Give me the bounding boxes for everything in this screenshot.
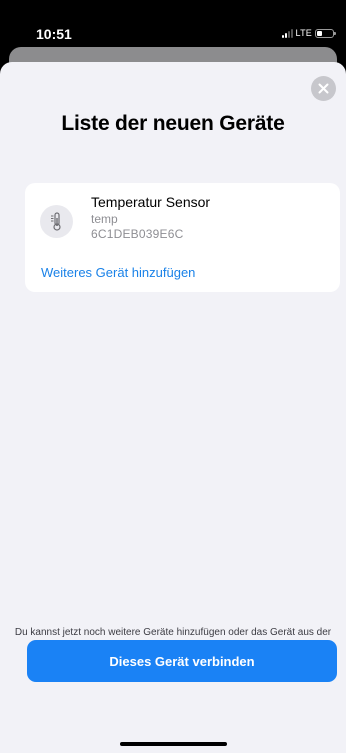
add-device-link[interactable]: Weiteres Gerät hinzufügen (41, 265, 195, 280)
device-id: 6C1DEB039E6C (91, 227, 184, 241)
device-name: Temperatur Sensor (91, 194, 211, 210)
thermometer-icon (40, 205, 73, 238)
status-time: 10:51 (36, 26, 72, 42)
home-indicator (120, 742, 227, 746)
signal-icon (281, 28, 293, 38)
device-list-sheet: Liste der neuen Geräte Temperatur Sensor… (0, 62, 346, 753)
close-icon (318, 83, 329, 94)
battery-icon (315, 28, 336, 38)
device-type: temp (91, 212, 118, 226)
device-list-item[interactable]: Temperatur Sensor temp 6C1DEB039E6C (25, 183, 340, 253)
device-list-card: Temperatur Sensor temp 6C1DEB039E6C Weit… (25, 183, 340, 292)
network-type: LTE (295, 28, 312, 38)
close-button[interactable] (311, 76, 336, 101)
sheet-title: Liste der neuen Geräte (61, 112, 285, 135)
connect-device-button[interactable]: Dieses Gerät verbinden (27, 640, 337, 682)
status-indicators: LTE (281, 28, 336, 38)
